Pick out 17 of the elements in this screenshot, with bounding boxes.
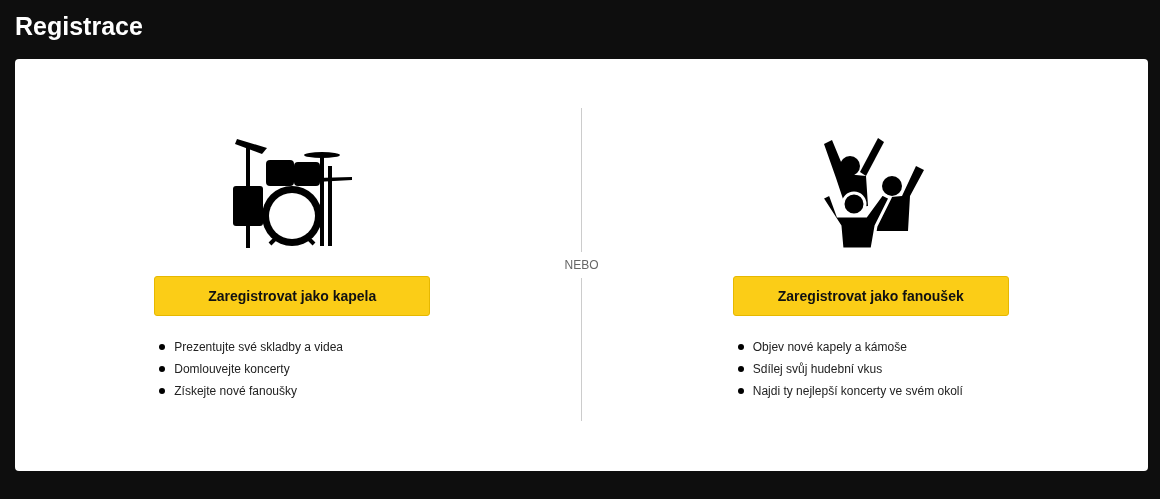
- feature-text: Najdi ty nejlepší koncerty ve svém okolí: [752, 384, 963, 398]
- feature-text: Domlouvejte koncerty: [174, 362, 290, 376]
- feature-text: Získejte nové fanoušky: [174, 384, 297, 398]
- drum-kit-icon: [232, 136, 353, 251]
- feature-text: Prezentujte své skladby a videa: [174, 340, 343, 354]
- bullet-icon: [737, 366, 744, 372]
- bullet-icon: [159, 388, 166, 394]
- page-title: Registrace: [15, 11, 144, 42]
- bullet-icon: [737, 388, 744, 394]
- feature-text: Sdílej svůj hudební vkus: [752, 362, 883, 376]
- bullet-icon: [737, 344, 744, 350]
- bullet-icon: [159, 344, 166, 350]
- register-button[interactable]: Zaregistrovat jako kapela: [154, 276, 431, 316]
- register-button[interactable]: Zaregistrovat jako fanoušek: [732, 276, 1009, 316]
- separator-text: NEBO: [564, 256, 599, 274]
- feature-text: Objev nové kapely a kámoše: [752, 340, 907, 354]
- bullet-icon: [159, 366, 166, 372]
